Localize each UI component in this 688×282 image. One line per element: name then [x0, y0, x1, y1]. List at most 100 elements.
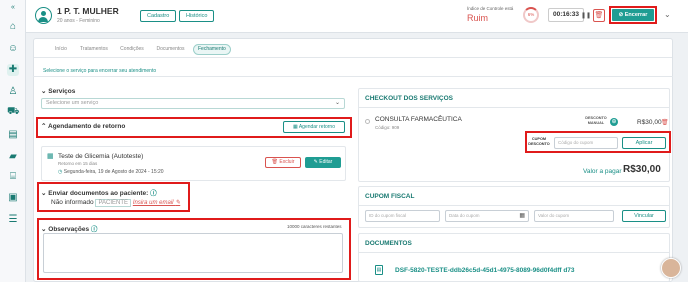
clock-icon: ◷ [58, 169, 63, 175]
enviar-documentos-title-text: Enviar documentos ao paciente: [48, 190, 149, 197]
report-icon[interactable]: ☰ [7, 214, 19, 226]
home-icon[interactable]: ⌂ [7, 21, 19, 33]
collapse-icon[interactable]: « [7, 2, 19, 14]
item-name: CONSULTA FARMACÊUTICA [375, 116, 462, 123]
cadastro-button[interactable]: Cadastro [140, 10, 177, 22]
servicos-title-text: Serviços [48, 88, 76, 95]
cupom-label: CUPOM DESCONTO [528, 137, 550, 146]
cupom-fiscal-title: CUPOM FISCAL [365, 193, 415, 200]
cupom-input[interactable]: Código do cupom [554, 137, 618, 149]
patient-header: 1 P. T. MULHER 20 anos - Feminino Cadast… [26, 0, 688, 33]
pause-icon[interactable]: ❚❚ [581, 12, 591, 19]
truck-icon[interactable]: ⛟ [7, 106, 20, 118]
pencil-icon: ✎ [175, 200, 181, 206]
session-timer: 00:16:33 [548, 8, 585, 22]
enviar-documentos-title: ⌄ Enviar documentos ao paciente: ⓘ [41, 190, 157, 197]
patient-avatar-icon [35, 7, 52, 24]
bank-icon[interactable]: ⌸ [7, 171, 19, 183]
document-file-link[interactable]: DSF-5820-TESTE-ddb26c5d-45d1-4975-8089-9… [395, 267, 575, 274]
insira-email-text: Insira um email [132, 200, 174, 206]
paciente-tag: PACIENTE [95, 199, 132, 207]
indice-label: Índice de Controle está [467, 6, 514, 11]
cupom-id-input[interactable]: ID do cupom fiscal [365, 210, 440, 222]
left-rail: « ⌂ ☺ ✚ ♙ ⛟ ▤ ▰ ⌸ ▣ ☰ [0, 0, 26, 282]
encerrar-label: Encerrar [624, 12, 648, 18]
tab-divider [34, 57, 672, 58]
chevron-down-icon: ⌄ [334, 100, 340, 106]
cupom-valor-placeholder: Valor do cupom [538, 213, 570, 218]
editar-button[interactable]: ✎ Editar [305, 157, 341, 168]
checkout-title: CHECKOUT DOS SERVIÇOS [365, 95, 454, 102]
exam-subtitle: Retorno em 15 dias [58, 161, 98, 166]
trash-icon[interactable]: 🗑 [661, 119, 669, 126]
documentos-panel: DOCUMENTOS ▤ DSF-5820-TESTE-ddb26c5d-45d… [358, 233, 670, 282]
trash-icon[interactable]: 🗑 [593, 9, 605, 22]
excluir-button[interactable]: 🗑 Excluir [265, 157, 301, 168]
chart-icon[interactable]: ▤ [7, 129, 19, 141]
cupom-data-placeholder: Data do cupom [449, 213, 480, 218]
servicos-select[interactable]: Selecione um serviço ⌄ [41, 98, 345, 109]
tab-fechamento[interactable]: Fechamento [193, 44, 231, 55]
cupom-valor-input[interactable]: Valor do cupom [534, 210, 614, 222]
info-icon[interactable]: ⓘ [150, 190, 157, 197]
calendar-icon: ▦ [47, 153, 54, 160]
item-code: Código: 909 [375, 125, 400, 130]
valor-total: R$30,00 [623, 164, 661, 175]
historico-button[interactable]: Histórico [179, 10, 215, 22]
tab-documentos[interactable]: Documentos [152, 44, 189, 55]
info-icon[interactable]: ⓘ [91, 226, 98, 233]
cupom-data-input[interactable]: Data do cupom ▦ [445, 210, 529, 222]
servicos-title: ⌄ Serviços [41, 88, 76, 95]
observacoes-textarea[interactable] [43, 233, 343, 273]
vincular-button[interactable]: Vincular [622, 210, 666, 222]
documentos-panel-divider [359, 252, 669, 253]
observacoes-title: ⌄ Observações ⓘ [41, 226, 98, 233]
user-plus-icon[interactable]: ♙ [7, 86, 19, 98]
chevron-down-icon[interactable]: ⌄ [664, 10, 671, 19]
hint-text: Selecione o serviço para encerrar seu at… [43, 68, 157, 74]
desconto-manual-label: DESCONTO MANUAL [585, 116, 607, 125]
exam-card: ▦ Teste de Glicemia (Autoteste) Retorno … [41, 146, 346, 181]
aplicar-button[interactable]: Aplicar [622, 137, 666, 149]
insira-email-link[interactable]: Insira um email ✎ [133, 200, 180, 206]
chars-remaining: 10000 caracteres restantes [287, 224, 342, 229]
encerrar-button[interactable]: ⊘ Encerrar [612, 9, 654, 21]
tab-tratamentos[interactable]: Tratamentos [75, 44, 113, 55]
tab-condicoes[interactable]: Condições [117, 44, 147, 55]
tab-inicio[interactable]: Início [50, 44, 72, 55]
pdf-file-icon: ▤ [375, 265, 383, 275]
checkout-divider [359, 107, 669, 108]
patient-subtitle: 20 anos - Feminino [57, 18, 100, 24]
agendar-retorno-button[interactable]: ▦ Agendar retorno [283, 121, 345, 133]
pill-icon[interactable]: ✚ [7, 64, 19, 76]
cupom-placeholder: Código do cupom [558, 140, 594, 145]
checkout-panel: CHECKOUT DOS SERVIÇOS CONSULTA FARMACÊUT… [358, 88, 671, 182]
agendamento-title-text: Agendamento de retorno [48, 123, 126, 130]
support-chat-avatar[interactable] [661, 258, 681, 278]
folder-icon[interactable]: ▰ [7, 151, 19, 163]
indice-percent-ring: 6% [523, 7, 539, 23]
patient-name: 1 P. T. MULHER [57, 6, 119, 16]
documentos-panel-title: DOCUMENTOS [365, 240, 412, 247]
desconto-toggle-icon[interactable]: ⊕ [610, 118, 618, 126]
exam-date-text: Segunda-feira, 19 de Agosto de 2024 - 15… [63, 169, 164, 175]
hint-divider [33, 76, 673, 77]
valor-label: Valor a pagar [583, 168, 622, 175]
excluir-label: Excluir [279, 159, 295, 165]
encerrar-highlight: ⊘ Encerrar [609, 6, 657, 24]
calendar-icon[interactable]: ▦ [519, 211, 525, 221]
user-icon[interactable]: ☺ [7, 43, 19, 55]
exam-title: Teste de Glicemia (Autoteste) [58, 153, 144, 160]
cupom-fiscal-panel: CUPOM FISCAL ID do cupom fiscal Data do … [358, 186, 670, 228]
exam-date: ◷ Segunda-feira, 19 de Agosto de 2024 - … [58, 169, 164, 175]
item-price: R$30,00 [637, 119, 662, 126]
documentos-line: Não informado PACIENTE Insira um email ✎ [51, 199, 180, 207]
observacoes-title-text: Observações [48, 226, 90, 233]
servicos-placeholder: Selecione um serviço [46, 100, 99, 106]
cupom-fiscal-divider [359, 205, 669, 206]
cupom-id-placeholder: ID do cupom fiscal [369, 213, 407, 218]
item-radio[interactable] [365, 119, 370, 124]
documentos-status: Não informado [51, 199, 94, 206]
agendar-retorno-label: Agendar retorno [298, 124, 335, 130]
id-card-icon[interactable]: ▣ [7, 192, 19, 204]
